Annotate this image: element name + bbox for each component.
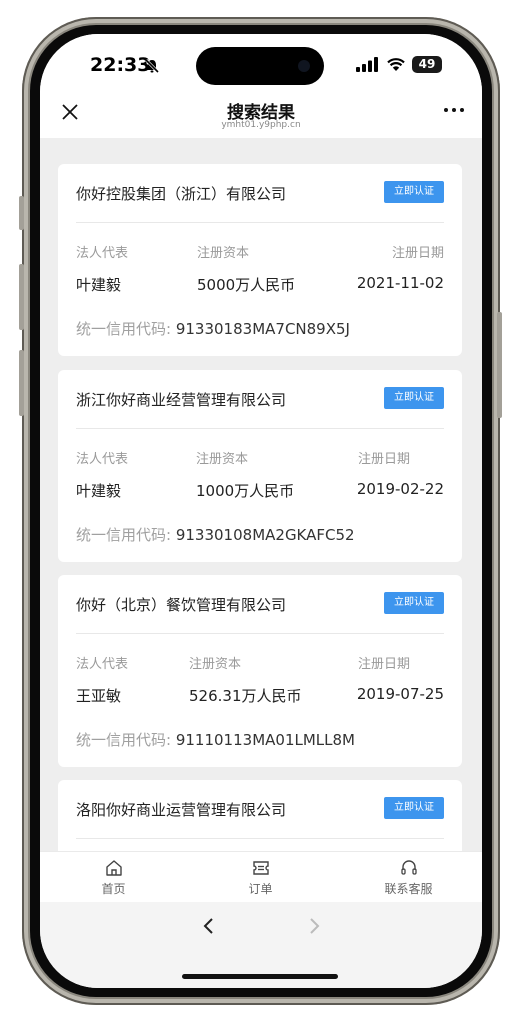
volume-down-button: [19, 350, 24, 416]
company-card[interactable]: 浙江你好商业经营管理有限公司 立即认证 法人代表 注册资本 注册日期 叶建毅 1…: [58, 370, 462, 562]
status-icons: 49: [356, 56, 442, 73]
tab-home[interactable]: 首页: [40, 852, 187, 902]
capital-label: 注册资本: [196, 452, 249, 467]
credit-code-row: 统一信用代码: 91110113MA01LMLL8M: [76, 729, 355, 750]
card-divider: [76, 633, 444, 634]
legal-rep-label: 法人代表: [76, 657, 129, 672]
company-card[interactable]: 洛阳你好商业运营管理有限公司 立即认证: [58, 780, 462, 851]
date-label: 注册日期: [358, 657, 411, 672]
dynamic-island: [196, 47, 324, 85]
capital-label: 注册资本: [189, 657, 242, 672]
legal-rep-value: 叶建毅: [76, 482, 122, 500]
verify-button[interactable]: 立即认证: [384, 592, 444, 614]
credit-code-label: 统一信用代码:: [76, 320, 172, 338]
company-card[interactable]: 你好控股集团（浙江）有限公司 立即认证 法人代表 注册资本 注册日期 叶建毅 5…: [58, 164, 462, 356]
credit-code-row: 统一信用代码: 91330108MA2GKAFC52: [76, 524, 355, 545]
company-name: 洛阳你好商业运营管理有限公司: [76, 801, 287, 819]
verify-button[interactable]: 立即认证: [384, 387, 444, 409]
bell-mute-icon: [144, 58, 160, 74]
front-camera: [298, 60, 310, 72]
legal-rep-label: 法人代表: [76, 246, 129, 261]
capital-label: 注册资本: [197, 246, 250, 261]
home-icon: [105, 860, 122, 876]
company-name: 你好（北京）餐饮管理有限公司: [76, 596, 287, 614]
credit-code-label: 统一信用代码:: [76, 526, 172, 544]
home-indicator[interactable]: [182, 974, 338, 979]
credit-code-value: 91330183MA7CN89X5J: [175, 320, 350, 338]
back-arrow-icon[interactable]: [200, 916, 218, 936]
legal-rep-label: 法人代表: [76, 452, 129, 467]
power-button: [497, 312, 502, 418]
legal-rep-value: 王亚敏: [76, 687, 122, 705]
nav-bar: 搜索结果 ymht01.y9php.cn: [40, 94, 482, 138]
capital-value: 1000万人民币: [196, 482, 295, 500]
date-label: 注册日期: [391, 246, 444, 261]
results-list: 你好控股集团（浙江）有限公司 立即认证 法人代表 注册资本 注册日期 叶建毅 5…: [40, 138, 482, 851]
cellular-signal-icon: [356, 57, 378, 72]
tab-customer-service[interactable]: 联系客服: [335, 852, 482, 902]
capital-value: 5000万人民币: [197, 276, 296, 294]
status-bar: 22:33 49: [40, 34, 482, 94]
wifi-icon: [387, 58, 405, 71]
card-divider: [76, 222, 444, 223]
page-url: ymht01.y9php.cn: [221, 120, 301, 130]
credit-code-label: 统一信用代码:: [76, 731, 172, 749]
company-name: 浙江你好商业经营管理有限公司: [76, 391, 287, 409]
browser-toolbar: [40, 902, 482, 988]
card-divider: [76, 428, 444, 429]
company-card[interactable]: 你好（北京）餐饮管理有限公司 立即认证 法人代表 注册资本 注册日期 王亚敏 5…: [58, 575, 462, 767]
tab-label: 首页: [101, 882, 126, 896]
verify-button[interactable]: 立即认证: [384, 797, 444, 819]
action-button: [19, 196, 24, 230]
credit-code-value: 91330108MA2GKAFC52: [175, 526, 355, 544]
date-value: 2019-02-22: [356, 480, 444, 498]
date-value: 2021-11-02: [356, 274, 444, 292]
date-value: 2019-07-25: [356, 685, 444, 703]
more-menu-icon[interactable]: [444, 108, 464, 112]
capital-value: 526.31万人民币: [189, 687, 302, 705]
tab-label: 订单: [248, 882, 273, 896]
tab-orders[interactable]: 订单: [187, 852, 334, 902]
ticket-icon: [252, 861, 269, 875]
forward-arrow-icon[interactable]: [305, 916, 323, 936]
verify-button[interactable]: 立即认证: [384, 181, 444, 203]
legal-rep-value: 叶建毅: [76, 276, 122, 294]
date-label: 注册日期: [358, 452, 411, 467]
tab-label: 联系客服: [384, 882, 433, 896]
phone-screen: 22:33 49 搜索结果 ymht01.y9php.cn 你好控股集团（浙江）…: [40, 34, 482, 988]
headset-icon: [400, 860, 417, 875]
card-divider: [76, 838, 444, 839]
status-time: 22:33: [90, 54, 151, 76]
company-name: 你好控股集团（浙江）有限公司: [76, 185, 287, 203]
volume-up-button: [19, 264, 24, 330]
credit-code-value: 91110113MA01LMLL8M: [175, 731, 355, 749]
battery-indicator: 49: [412, 56, 442, 73]
credit-code-row: 统一信用代码: 91330183MA7CN89X5J: [76, 318, 350, 339]
tab-bar: 首页 订单 联系客服: [40, 851, 482, 902]
